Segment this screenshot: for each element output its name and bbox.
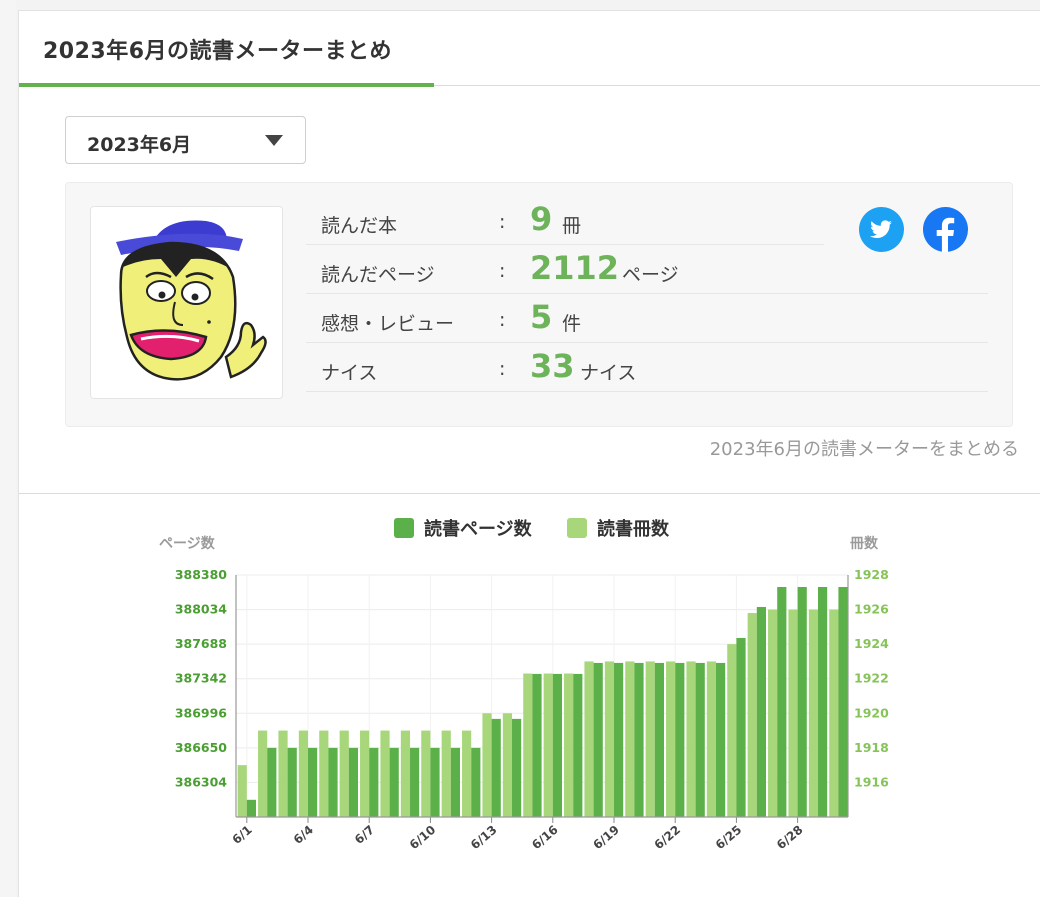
bar-pages — [389, 747, 399, 817]
bar-books — [768, 609, 778, 817]
bar-pages — [818, 586, 828, 817]
bar-pages — [246, 799, 256, 817]
y-right-tick-label: 1922 — [854, 671, 889, 686]
legend-label-pages: 読書ページ数 — [424, 518, 533, 540]
bar-pages — [675, 662, 685, 817]
bar-pages — [573, 673, 583, 817]
y-right-tick-label: 1924 — [854, 636, 889, 651]
x-tick-label: 6/16 — [529, 823, 561, 853]
bar-books — [727, 644, 737, 817]
x-tick-label: 6/25 — [713, 823, 745, 853]
legend-swatch-books — [567, 518, 587, 538]
x-tick-label: 6/7 — [352, 823, 377, 847]
bar-books — [788, 609, 798, 817]
reading-chart: 386304 386650 386996 387342 387688 388034 3883… — [159, 518, 889, 853]
x-tick-label: 6/4 — [291, 823, 316, 847]
y-right-tick-label: 1918 — [854, 740, 889, 755]
bar-books — [319, 730, 329, 817]
y-left-tick-label: 387688 — [175, 636, 227, 651]
bar-pages — [450, 747, 460, 817]
bar-pages — [512, 718, 522, 817]
y-left-tick-label: 387342 — [175, 671, 227, 686]
x-tick-label: 6/22 — [652, 823, 684, 853]
bar-pages — [532, 673, 542, 817]
y-right-tick-label: 1920 — [854, 705, 889, 720]
bar-pages — [838, 586, 848, 817]
bar-pages — [756, 606, 766, 817]
y-left-axis-title: ページ数 — [159, 535, 216, 552]
bar-pages — [308, 747, 318, 817]
bar-pages — [614, 662, 624, 817]
bar-books — [258, 730, 268, 817]
bar-books — [380, 730, 390, 817]
bar-pages — [491, 718, 501, 817]
bar-books — [298, 730, 309, 817]
bar-books — [808, 609, 819, 817]
legend-label-books: 読書冊数 — [597, 518, 670, 540]
bar-books — [523, 673, 533, 817]
bar-pages — [634, 662, 644, 817]
bar-pages — [471, 747, 481, 817]
x-tick-label: 6/10 — [407, 823, 439, 853]
bar-pages — [267, 747, 277, 817]
bar-pages — [716, 662, 726, 817]
bar-books — [829, 609, 839, 817]
bar-pages — [695, 662, 705, 817]
bar-books — [747, 613, 757, 817]
bar-books — [421, 730, 431, 817]
x-tick-label: 6/13 — [468, 823, 500, 853]
bar-pages — [797, 586, 807, 817]
y-left-tick-label: 386304 — [175, 774, 227, 789]
bar-books — [400, 730, 411, 817]
y-right-axis-title: 冊数 — [850, 535, 879, 552]
bar-books — [462, 730, 472, 817]
y-left-tick-label: 386650 — [175, 740, 227, 755]
bar-pages — [430, 747, 440, 817]
bar-books — [482, 713, 492, 817]
bar-books — [502, 713, 513, 817]
bar-pages — [593, 662, 603, 817]
y-right-tick-label: 1928 — [854, 567, 889, 582]
bar-books — [645, 661, 655, 817]
bar-pages — [369, 747, 379, 817]
bar-pages — [552, 673, 562, 817]
bar-pages — [348, 747, 358, 817]
x-tick-label: 6/19 — [590, 823, 622, 853]
bar-books — [360, 730, 370, 817]
chart-legend: 読書ページ数 読書冊数 — [394, 518, 670, 540]
bar-books — [625, 661, 635, 817]
bar-books — [543, 673, 553, 817]
bar-pages — [777, 586, 787, 817]
bar-books — [339, 730, 349, 817]
bar-pages — [654, 662, 664, 817]
bar-books — [604, 661, 615, 817]
bar-books — [441, 730, 451, 817]
bar-pages — [736, 637, 746, 817]
y-right-tick-label: 1916 — [854, 774, 889, 789]
bar-pages — [287, 747, 297, 817]
bar-pages — [328, 747, 338, 817]
y-left-tick-label: 388034 — [175, 602, 227, 617]
bar-books — [706, 661, 717, 817]
bar-books — [564, 673, 574, 817]
bar-pages — [410, 747, 420, 817]
bar-books — [686, 661, 696, 817]
legend-swatch-pages — [394, 518, 414, 538]
y-right-tick-label: 1926 — [854, 602, 889, 617]
bar-books — [584, 661, 594, 817]
y-left-tick-label: 386996 — [175, 705, 227, 720]
bar-books — [666, 661, 676, 817]
y-left-tick-label: 388380 — [175, 567, 227, 582]
x-tick-label: 6/28 — [774, 823, 806, 853]
bar-books — [237, 765, 247, 817]
x-tick-label: 6/1 — [230, 823, 255, 847]
bar-books — [278, 730, 288, 817]
